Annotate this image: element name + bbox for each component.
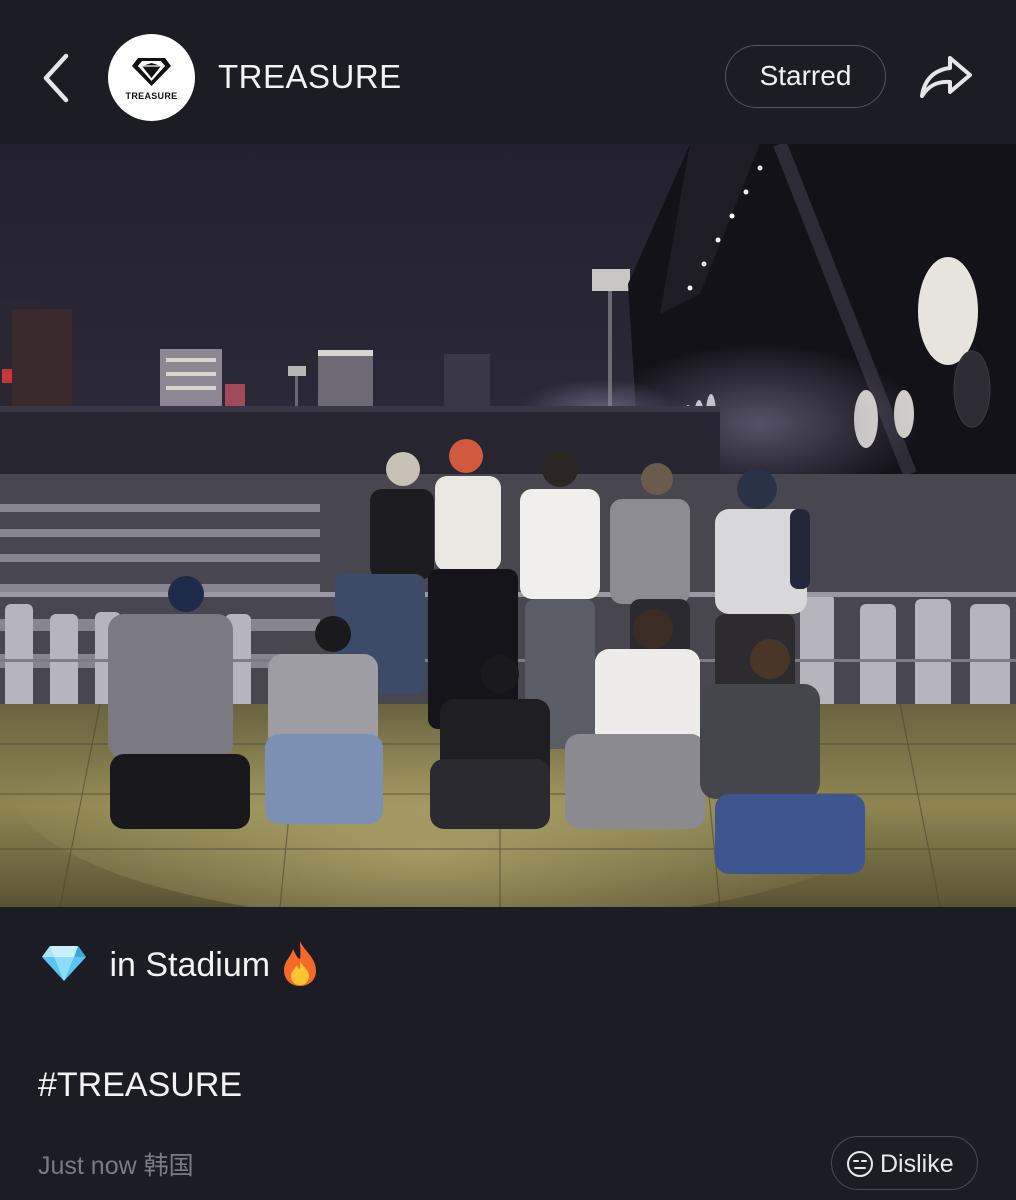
- starred-button[interactable]: Starred: [725, 45, 886, 108]
- post-photo[interactable]: [0, 144, 1016, 907]
- dislike-label: Dislike: [880, 1150, 954, 1178]
- back-button[interactable]: [36, 50, 80, 106]
- stadium-group-photo: [0, 144, 1016, 907]
- treasure-logo-icon: [132, 58, 171, 86]
- account-name[interactable]: TREASURE: [218, 58, 402, 96]
- share-button[interactable]: [918, 52, 974, 102]
- location: 韩国: [143, 1152, 194, 1180]
- avatar[interactable]: TREASURE: [108, 34, 195, 121]
- top-bar: TREASURE TREASURE Starred: [0, 0, 1016, 144]
- timestamp: Just now: [38, 1152, 137, 1180]
- share-arrow-icon: [920, 56, 972, 98]
- post-meta: Just now 韩国: [38, 1146, 194, 1182]
- diamond-icon: [40, 943, 88, 992]
- avatar-logo-text: TREASURE: [125, 91, 178, 101]
- chevron-left-icon: [43, 53, 69, 103]
- smiley-face-icon: [847, 1151, 873, 1177]
- hashtag-link[interactable]: #TREASURE: [38, 1066, 242, 1105]
- dislike-button[interactable]: Dislike: [831, 1136, 978, 1190]
- fire-icon: [280, 939, 320, 996]
- caption-text: in Stadium: [109, 946, 271, 985]
- post-caption: in Stadium: [40, 939, 320, 996]
